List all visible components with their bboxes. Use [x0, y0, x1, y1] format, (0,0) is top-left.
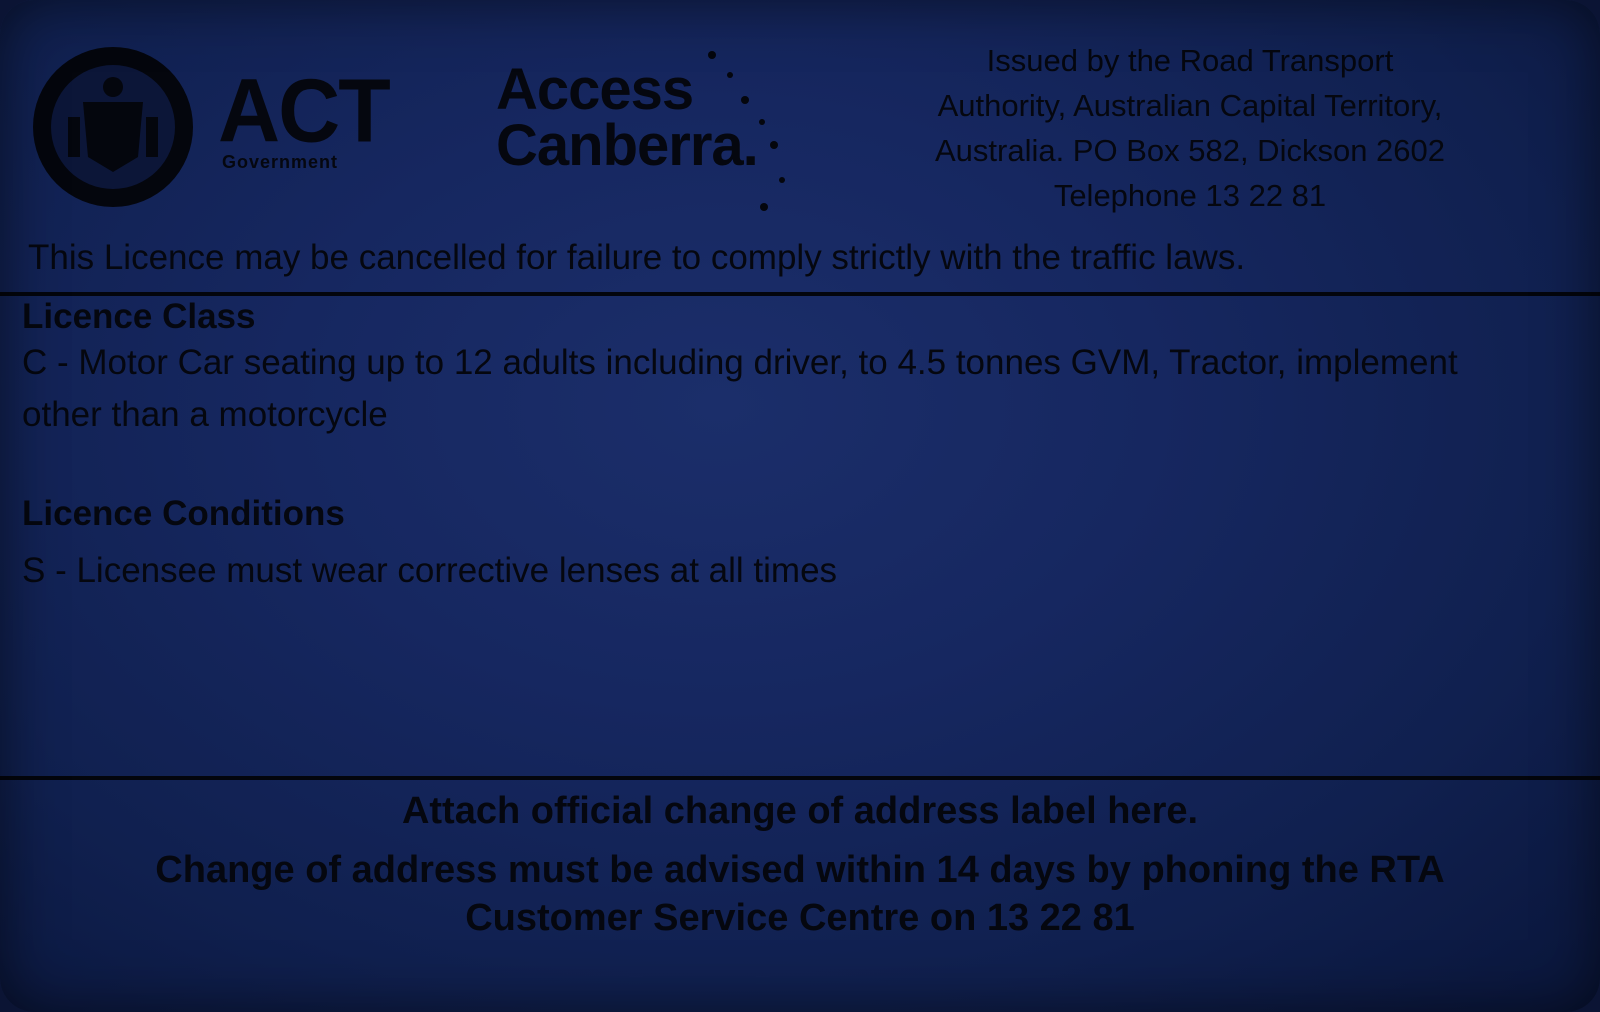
issuer-line: Telephone 13 22 81	[1053, 178, 1327, 213]
cancellation-warning: This Licence may be cancelled for failur…	[28, 238, 1246, 277]
licence-class-text: C - Motor Car seating up to 12 adults in…	[22, 343, 1458, 434]
act-government-logo-sub: Government	[222, 152, 339, 172]
issuer-line: Australia. PO Box 582, Dickson 2602	[934, 133, 1446, 168]
change-of-address-notice: Change of address must be advised within…	[155, 849, 1445, 891]
logo-dots-icon	[708, 51, 785, 211]
issuer-block: Issued by the Road Transport Authority, …	[850, 38, 1530, 218]
customer-service-notice: Customer Service Centre on 13 22 81	[465, 897, 1135, 939]
act-government-logo-word: ACT	[218, 60, 391, 162]
licence-card-back: ACT Government Access Canberra. Issued b…	[0, 0, 1600, 1012]
licence-conditions-text: S - Licensee must wear corrective lenses…	[22, 551, 838, 590]
address-label-instruction: Attach official change of address label …	[401, 790, 1199, 832]
act-coat-of-arms-icon	[33, 47, 193, 207]
licence-class-title: Licence Class	[22, 297, 256, 336]
licence-conditions-title: Licence Conditions	[22, 494, 345, 533]
divider	[0, 776, 1600, 780]
issuer-line: Authority, Australian Capital Territory,	[937, 88, 1443, 123]
issuer-line: Issued by the Road Transport	[986, 43, 1394, 78]
divider	[0, 292, 1600, 296]
